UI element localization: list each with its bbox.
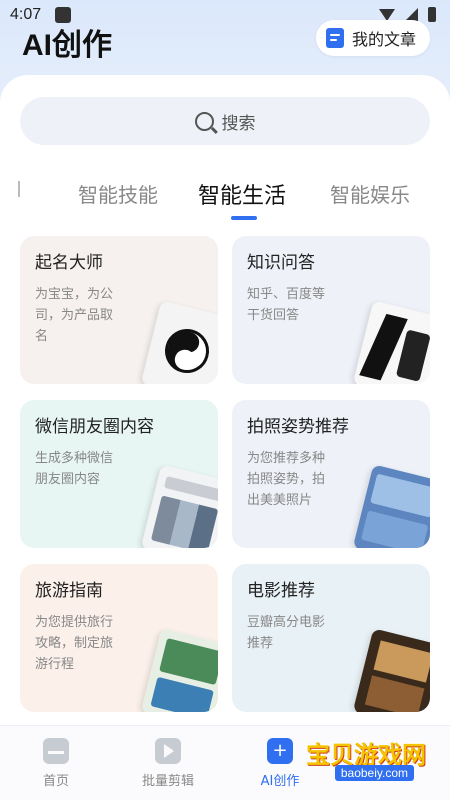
- card-wechat-moments[interactable]: 微信朋友圈内容 生成多种微信朋友圈内容: [20, 400, 218, 548]
- category-tabs: 智能技能 智能生活 智能娱乐: [0, 175, 450, 225]
- yinyang-thumbnail: [140, 300, 218, 384]
- ai-create-icon: [267, 738, 293, 764]
- card-title: 起名大师: [35, 253, 103, 273]
- nav-home[interactable]: 首页: [16, 738, 96, 789]
- tab-skills[interactable]: 智能技能: [78, 179, 158, 208]
- card-desc: 知乎、百度等干货回答: [247, 287, 326, 323]
- tab-life[interactable]: 智能生活: [198, 178, 286, 210]
- card-desc: 生成多种微信朋友圈内容: [35, 451, 114, 487]
- home-icon: [43, 738, 69, 764]
- nav-batch-edit[interactable]: 批量剪辑: [128, 738, 208, 789]
- tab-entertainment[interactable]: 智能娱乐: [330, 179, 410, 208]
- wifi-icon: [379, 8, 395, 21]
- nav-label: AI创作: [260, 774, 300, 789]
- card-knowledge-qa[interactable]: 知识问答 知乎、百度等干货回答: [232, 236, 430, 384]
- tab-scroll-edge: [18, 181, 20, 197]
- active-tab-indicator: [231, 216, 257, 220]
- social-post-thumbnail: [140, 464, 218, 548]
- card-naming-master[interactable]: 起名大师 为宝宝，为公司，为产品取名: [20, 236, 218, 384]
- search-icon: [194, 111, 214, 131]
- card-title: 旅游指南: [35, 581, 103, 601]
- pose-photos-thumbnail: [352, 464, 430, 548]
- nav-label: 批量剪辑: [141, 774, 194, 789]
- search-placeholder: 搜索: [221, 113, 256, 134]
- card-title: 知识问答: [247, 253, 315, 273]
- my-articles-label: 我的文章: [351, 30, 416, 49]
- card-travel-guide[interactable]: 旅游指南 为您提供旅行攻略，制定旅游行程: [20, 564, 218, 712]
- card-title: 电影推荐: [247, 581, 315, 601]
- main-panel: 搜索 智能技能 智能生活 智能娱乐 起名大师 为宝宝，为公司，为产品取名 知识问…: [0, 75, 450, 725]
- card-desc: 为您提供旅行攻略，制定旅游行程: [35, 615, 114, 672]
- my-articles-button[interactable]: 我的文章: [315, 20, 430, 56]
- film-thumbnail: [352, 628, 430, 712]
- card-title: 拍照姿势推荐: [247, 417, 349, 437]
- card-desc: 为您推荐多种拍照姿势，拍出美美照片: [247, 451, 326, 508]
- page-title: AI创作: [22, 29, 112, 62]
- card-title: 微信朋友圈内容: [35, 417, 154, 437]
- card-photo-pose[interactable]: 拍照姿势推荐 为您推荐多种拍照姿势，拍出美美照片: [232, 400, 430, 548]
- search-input[interactable]: 搜索: [20, 97, 430, 145]
- nav-label: 首页: [42, 774, 69, 789]
- card-desc: 为宝宝，为公司，为产品取名: [35, 287, 114, 344]
- calligraphy-thumbnail: [352, 300, 430, 384]
- card-movie-recommend[interactable]: 电影推荐 豆瓣高分电影推荐: [232, 564, 430, 712]
- travel-thumbnail: [140, 628, 218, 712]
- battery-icon: [428, 7, 436, 22]
- watermark-url: baobeiy.com: [334, 765, 414, 781]
- card-desc: 豆瓣高分电影推荐: [247, 615, 326, 651]
- document-icon: [325, 28, 344, 48]
- clip-icon: [155, 738, 181, 764]
